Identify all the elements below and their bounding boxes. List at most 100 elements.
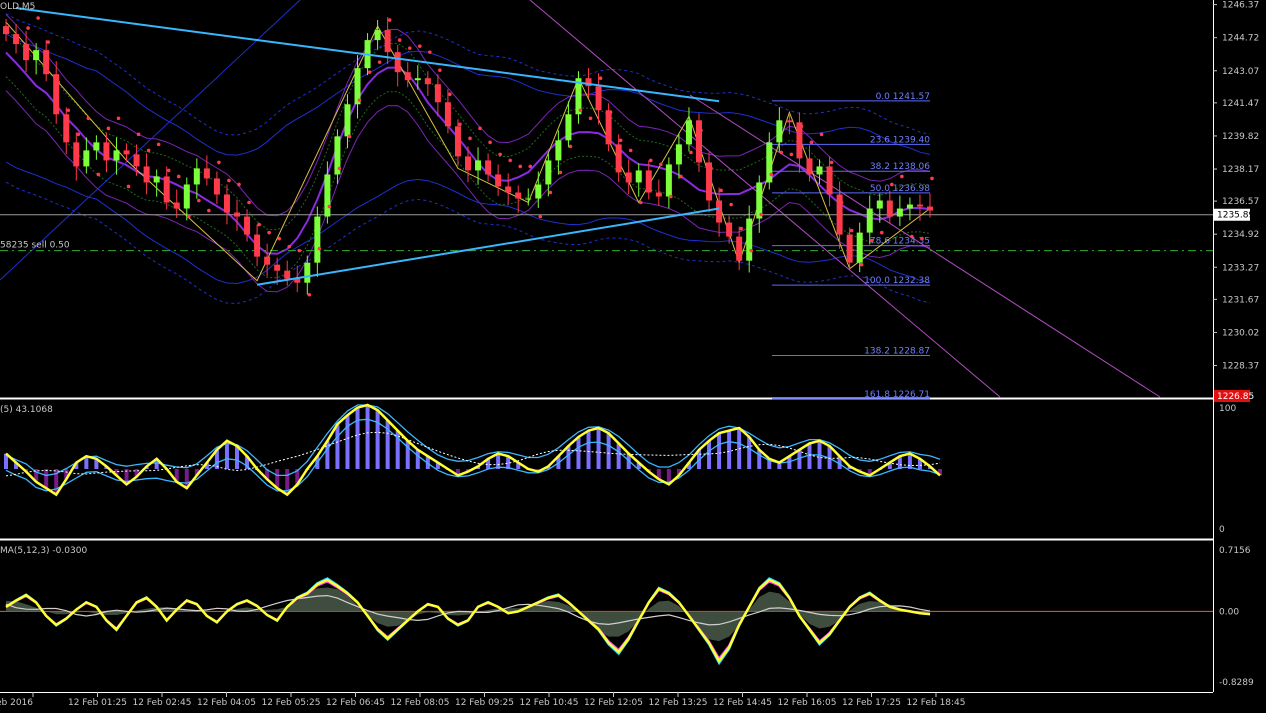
candle-body (726, 222, 733, 237)
macd-tick-label: -0.8289 (1219, 678, 1254, 688)
stochastic-tick-label: 100 (1219, 404, 1236, 414)
macd-header: MA(5,12,3) -0.0300 (0, 546, 87, 556)
candle-body (113, 150, 120, 161)
price-tick-label: 1233.27 (1222, 263, 1259, 273)
candle-body (916, 204, 923, 207)
candle-body (906, 204, 913, 209)
stochastic-histogram-bar (365, 405, 370, 469)
upper-trendline (15, 7, 720, 103)
stochastic-histogram-bar (727, 430, 732, 469)
parabolic-sar-dot (156, 142, 161, 147)
candle-body (555, 140, 562, 161)
trading-chart[interactable]: 58235 sell 0.50 0.0 1241.57 23.6 1239.40 38… (0, 0, 1266, 709)
stochastic-panel[interactable]: (5) 43.1068 100 0 (0, 403, 1236, 535)
parabolic-sar-dot (638, 200, 643, 205)
time-axis-label: 12 Feb 14:45 (713, 698, 772, 708)
candle-body (53, 74, 60, 115)
stochastic-histogram-bar (405, 440, 410, 469)
parabolic-sar-dot (759, 212, 764, 217)
candle-body (3, 26, 9, 35)
parabolic-sar-dot (66, 108, 71, 113)
candle-body (716, 200, 723, 223)
parabolic-sar-dot (920, 236, 924, 241)
parabolic-sar-dot (779, 150, 784, 155)
stochastic-histogram-bar (747, 437, 752, 469)
price-tick-label: 1243.07 (1222, 67, 1259, 77)
parabolic-sar-dot (357, 98, 362, 103)
macd-panel[interactable]: MA(5,12,3) -0.0300 0.7156 0.00 -0.8289 (0, 546, 1254, 688)
parabolic-sar-dot (146, 148, 151, 153)
stochastic-histogram-bar (415, 449, 420, 469)
parabolic-sar-dot (36, 16, 40, 20)
parabolic-sar-dot (116, 116, 121, 121)
stochastic-histogram-bar (345, 415, 350, 469)
stochastic-histogram-bar (224, 440, 229, 469)
parabolic-sar-dot (257, 222, 261, 227)
candle-body (414, 78, 421, 81)
macd-tick-label: 0.7156 (1219, 546, 1251, 556)
parabolic-sar-dot (628, 148, 633, 153)
parabolic-sar-dot (458, 122, 462, 127)
candle-body (444, 102, 451, 127)
price-tick-label: 1246.37 (1222, 1, 1259, 11)
candle-body (234, 212, 240, 217)
parabolic-sar-dot (86, 116, 91, 121)
parabolic-sar-dot (659, 162, 663, 167)
candle-body (645, 170, 652, 193)
parabolic-sar-dot (207, 208, 211, 213)
parabolic-sar-dot (829, 160, 834, 165)
candle-body (274, 264, 281, 271)
parabolic-sar-dot (267, 230, 271, 235)
candle-body (43, 50, 50, 75)
parabolic-sar-dot (598, 76, 603, 80)
time-axis-label: 12 Feb 04:05 (197, 698, 256, 708)
macd-main-line (5, 578, 931, 664)
candle-body (93, 142, 100, 151)
price-panel[interactable]: 58235 sell 0.50 0.0 1241.57 23.6 1239.40 38… (0, 0, 1259, 402)
parabolic-sar-dot (890, 182, 894, 187)
parabolic-sar-dot (448, 92, 452, 97)
parabolic-sar-dot (56, 80, 61, 85)
parabolic-sar-dot (819, 132, 824, 137)
parabolic-sar-dot (407, 46, 412, 50)
candle-body (615, 144, 622, 173)
parabolic-sar-dot (26, 26, 30, 30)
candle-body (254, 234, 261, 257)
parabolic-sar-dot (498, 152, 502, 157)
candle-body (153, 176, 160, 183)
parabolic-sar-dot (227, 178, 231, 183)
candle-body (193, 168, 200, 185)
candle-body (746, 218, 753, 261)
chart-canvas[interactable]: 58235 sell 0.50 0.0 1241.57 23.6 1239.40 38… (0, 0, 1266, 709)
parabolic-sar-dot (468, 136, 472, 141)
stochastic-histogram-bar (616, 443, 621, 469)
parabolic-sar-dot (839, 200, 844, 205)
parabolic-sar-dot (739, 226, 743, 231)
candle-body (213, 178, 220, 195)
parabolic-sar-dot (709, 166, 713, 171)
parabolic-sar-dot (337, 166, 342, 171)
candle-body (103, 142, 110, 161)
time-axis-label: 12 Feb 06:45 (326, 698, 385, 708)
price-tick-label: 1236.57 (1222, 197, 1259, 207)
candle-body (927, 206, 933, 211)
parabolic-sar-dot (669, 194, 673, 199)
parabolic-sar-dot (749, 248, 754, 253)
parabolic-sar-dot (176, 174, 181, 179)
macd-area (6, 587, 930, 642)
candle-body (485, 160, 492, 175)
parabolic-sar-dot (528, 164, 533, 169)
parabolic-sar-dot (618, 138, 623, 143)
parabolic-sar-dot (699, 128, 703, 133)
parabolic-sar-dot (558, 170, 563, 175)
price-tick-label: 1234.92 (1222, 230, 1259, 240)
candle-body (23, 44, 30, 61)
fibonacci-level-label: 161.8 1226.71 (864, 390, 930, 400)
candle-body (13, 34, 20, 45)
candle-body (264, 256, 271, 265)
candle-body (786, 120, 793, 123)
candle-body (33, 50, 40, 61)
candle-body (495, 174, 502, 187)
stochastic-histogram-bar (576, 437, 581, 469)
price-tick-label: 1244.72 (1222, 34, 1259, 44)
